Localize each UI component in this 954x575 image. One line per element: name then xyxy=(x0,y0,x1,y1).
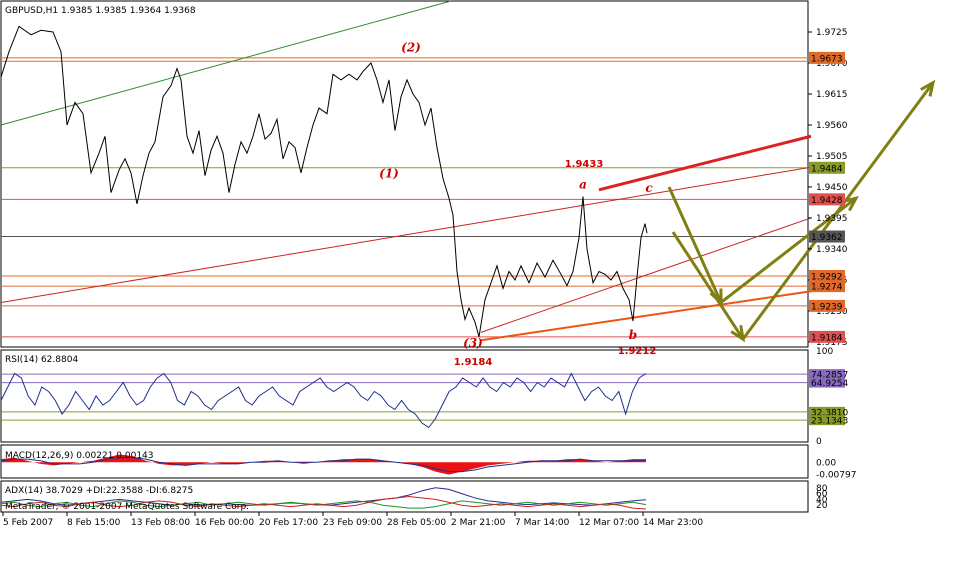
time-tick-label: 13 Feb 08:00 xyxy=(131,518,190,528)
time-tick-label: 8 Feb 15:00 xyxy=(67,518,121,528)
wave-label: (3) xyxy=(463,336,483,350)
price-tick-label: 1.9505 xyxy=(816,152,848,162)
level-price-label: 1.9239 xyxy=(811,302,843,312)
chart-canvas[interactable]: (2) (1) (3) a b c 1.9433 1.9212 1.9184 1.9725 1.… xyxy=(0,0,954,570)
level-price-label: 1.9484 xyxy=(811,164,843,174)
price-tick-label: 1.9725 xyxy=(816,28,848,38)
rsi-level-label: 23.1343 xyxy=(811,417,848,427)
price-tick-label: 1.9450 xyxy=(816,183,848,193)
adx-tick-label: 20 xyxy=(816,501,828,511)
price-tick-label: 1.9560 xyxy=(816,121,848,131)
wave-label: (2) xyxy=(401,41,421,55)
macd-tick-label: -0.00797 xyxy=(816,471,856,481)
time-tick-label: 14 Mar 23:00 xyxy=(643,518,703,528)
macd-title: MACD(12,26,9) 0.00221 0.00143 xyxy=(5,451,154,461)
wave-label: a xyxy=(579,178,587,192)
time-tick-label: 20 Feb 17:00 xyxy=(259,518,318,528)
time-axis: 5 Feb 2007 8 Feb 15:00 13 Feb 08:00 16 Feb … xyxy=(2,512,703,528)
rsi-tick-label: 100 xyxy=(816,347,833,357)
level-price-label: 1.9184 xyxy=(811,333,843,343)
time-tick-label: 16 Feb 00:00 xyxy=(195,518,254,528)
symbol-header: GBPUSD,H1 1.9385 1.9385 1.9364 1.9368 xyxy=(5,6,196,16)
price-tick-label: 1.9615 xyxy=(816,90,848,100)
macd-tick-label: 0.00 xyxy=(816,458,836,468)
rsi-title: RSI(14) 62.8804 xyxy=(5,355,78,365)
level-price-label: 1.9362 xyxy=(811,233,843,243)
level-price-label: 1.9274 xyxy=(811,283,843,293)
time-tick-label: 2 Mar 21:00 xyxy=(451,518,506,528)
time-tick-label: 23 Feb 09:00 xyxy=(323,518,382,528)
time-tick-label: 7 Mar 14:00 xyxy=(515,518,570,528)
rsi-tick-label: 0 xyxy=(816,437,822,447)
adx-title: ADX(14) 38.7029 +DI:22.3588 -DI:6.8275 xyxy=(5,486,193,496)
rsi-level-label: 64.9254 xyxy=(811,379,848,389)
level-price-label: 1.9673 xyxy=(811,54,843,64)
price-tick-label: 1.9340 xyxy=(816,245,848,255)
time-tick-label: 5 Feb 2007 xyxy=(3,518,53,528)
wave-label: b xyxy=(629,328,637,342)
copyright-text: MetaTrader, © 2001-2007 MetaQuotes Softw… xyxy=(5,502,249,512)
price-note: 1.9184 xyxy=(454,357,493,368)
rsi-panel[interactable] xyxy=(0,349,809,443)
price-note: 1.9212 xyxy=(618,346,657,357)
price-tick-label: 1.9395 xyxy=(816,214,848,224)
chart-window: (2) (1) (3) a b c 1.9433 1.9212 1.9184 1.9725 1.… xyxy=(0,0,954,570)
time-tick-label: 28 Feb 05:00 xyxy=(387,518,446,528)
wave-label: (1) xyxy=(379,166,399,180)
level-price-label: 1.9428 xyxy=(811,196,843,206)
wave-label: c xyxy=(645,181,653,195)
time-tick-label: 12 Mar 07:00 xyxy=(579,518,639,528)
price-note: 1.9433 xyxy=(565,159,604,170)
